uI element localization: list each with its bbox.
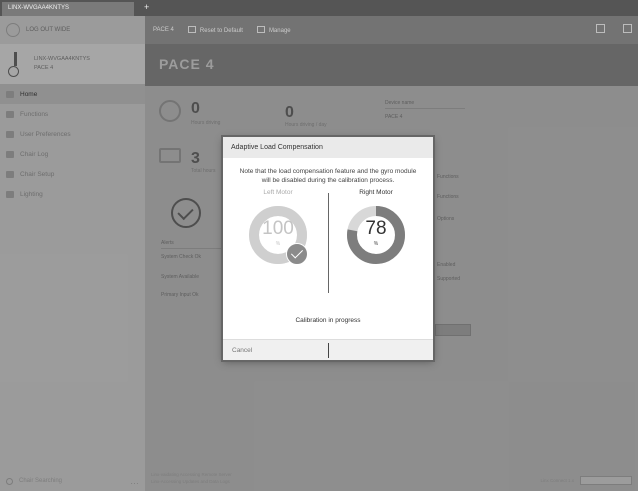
left-motor: Left Motor 100 %	[241, 189, 315, 265]
new-tab-icon[interactable]: +	[144, 2, 149, 12]
left-motor-label: Left Motor	[263, 189, 293, 196]
app-tab[interactable]: LINX-WVGAA4KNTYS	[2, 2, 134, 16]
calibration-dialog: Adaptive Load Compensation Note that the…	[223, 137, 433, 360]
calibration-status: Calibration in progress	[295, 317, 361, 324]
left-motor-value: 100	[262, 218, 294, 239]
cancel-button[interactable]: Cancel	[232, 347, 252, 354]
right-motor-unit: %	[373, 241, 379, 247]
window-titlebar: LINX-WVGAA4KNTYS +	[0, 0, 638, 16]
right-motor-label: Right Motor	[359, 189, 393, 196]
checkmark-icon	[286, 243, 308, 265]
left-motor-gauge: 100 %	[248, 205, 308, 265]
dialog-title: Adaptive Load Compensation	[223, 137, 433, 158]
dialog-footer: Cancel	[223, 339, 433, 360]
motor-gauges: Left Motor 100 % Right Motor 78 %	[223, 185, 433, 313]
motor-divider	[328, 193, 329, 293]
right-motor-value: 78	[365, 218, 387, 239]
right-motor: Right Motor 78 %	[339, 189, 413, 265]
dialog-description: Note that the load compensation feature …	[239, 168, 417, 184]
footer-divider	[328, 343, 329, 358]
right-motor-gauge: 78 %	[346, 205, 406, 265]
